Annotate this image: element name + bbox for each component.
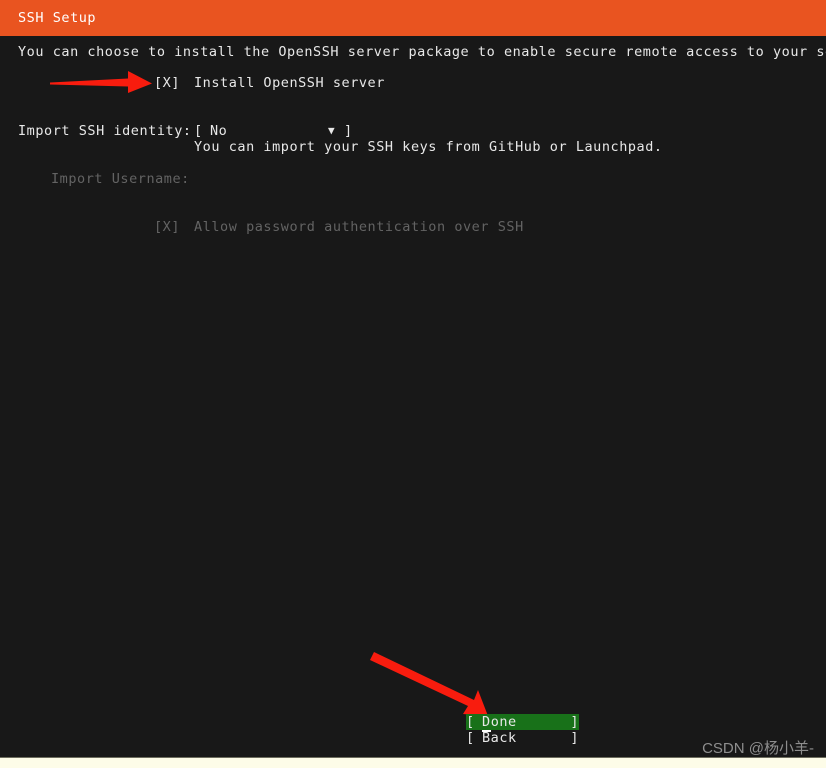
import-username-label: Import Username:: [51, 171, 190, 187]
description-text: You can choose to install the OpenSSH se…: [18, 44, 826, 60]
back-button[interactable]: [ Back ]: [466, 730, 579, 746]
import-identity-value[interactable]: No: [210, 123, 227, 139]
allow-password-auth-label[interactable]: Allow password authentication over SSH: [194, 219, 524, 235]
done-button-open-bracket: [: [466, 714, 475, 730]
chevron-down-icon[interactable]: ▼: [328, 123, 335, 139]
import-ssh-identity-label: Import SSH identity:: [18, 123, 192, 139]
watermark-text: CSDN @杨小羊-: [702, 740, 814, 757]
back-button-close-bracket: ]: [570, 730, 579, 746]
back-button-open-bracket: [: [466, 730, 475, 746]
annotation-arrow-to-done-icon: [370, 652, 488, 716]
annotation-arrow-to-checkbox-icon: [50, 71, 152, 93]
ssh-setup-screen: SSH Setup You can choose to install the …: [0, 0, 826, 768]
done-button-close-bracket: ]: [570, 714, 579, 730]
install-openssh-checkbox[interactable]: [X]: [154, 75, 180, 91]
page-title: SSH Setup: [18, 10, 97, 26]
done-button-label: Done: [482, 714, 517, 732]
import-identity-help-text: You can import your SSH keys from GitHub…: [194, 139, 663, 155]
back-button-label: Back: [482, 730, 517, 746]
button-group: [ Done ] [ Back ]: [466, 714, 579, 746]
import-identity-close-bracket: ]: [344, 123, 353, 139]
allow-password-auth-checkbox[interactable]: [X]: [154, 219, 180, 235]
done-button[interactable]: [ Done ]: [466, 714, 579, 732]
install-openssh-label[interactable]: Install OpenSSH server: [194, 75, 385, 91]
bottom-strip: [0, 757, 826, 768]
title-bar: SSH Setup: [0, 0, 826, 36]
done-button-label-rest: one: [490, 714, 517, 730]
import-identity-open-bracket: [: [194, 123, 203, 139]
